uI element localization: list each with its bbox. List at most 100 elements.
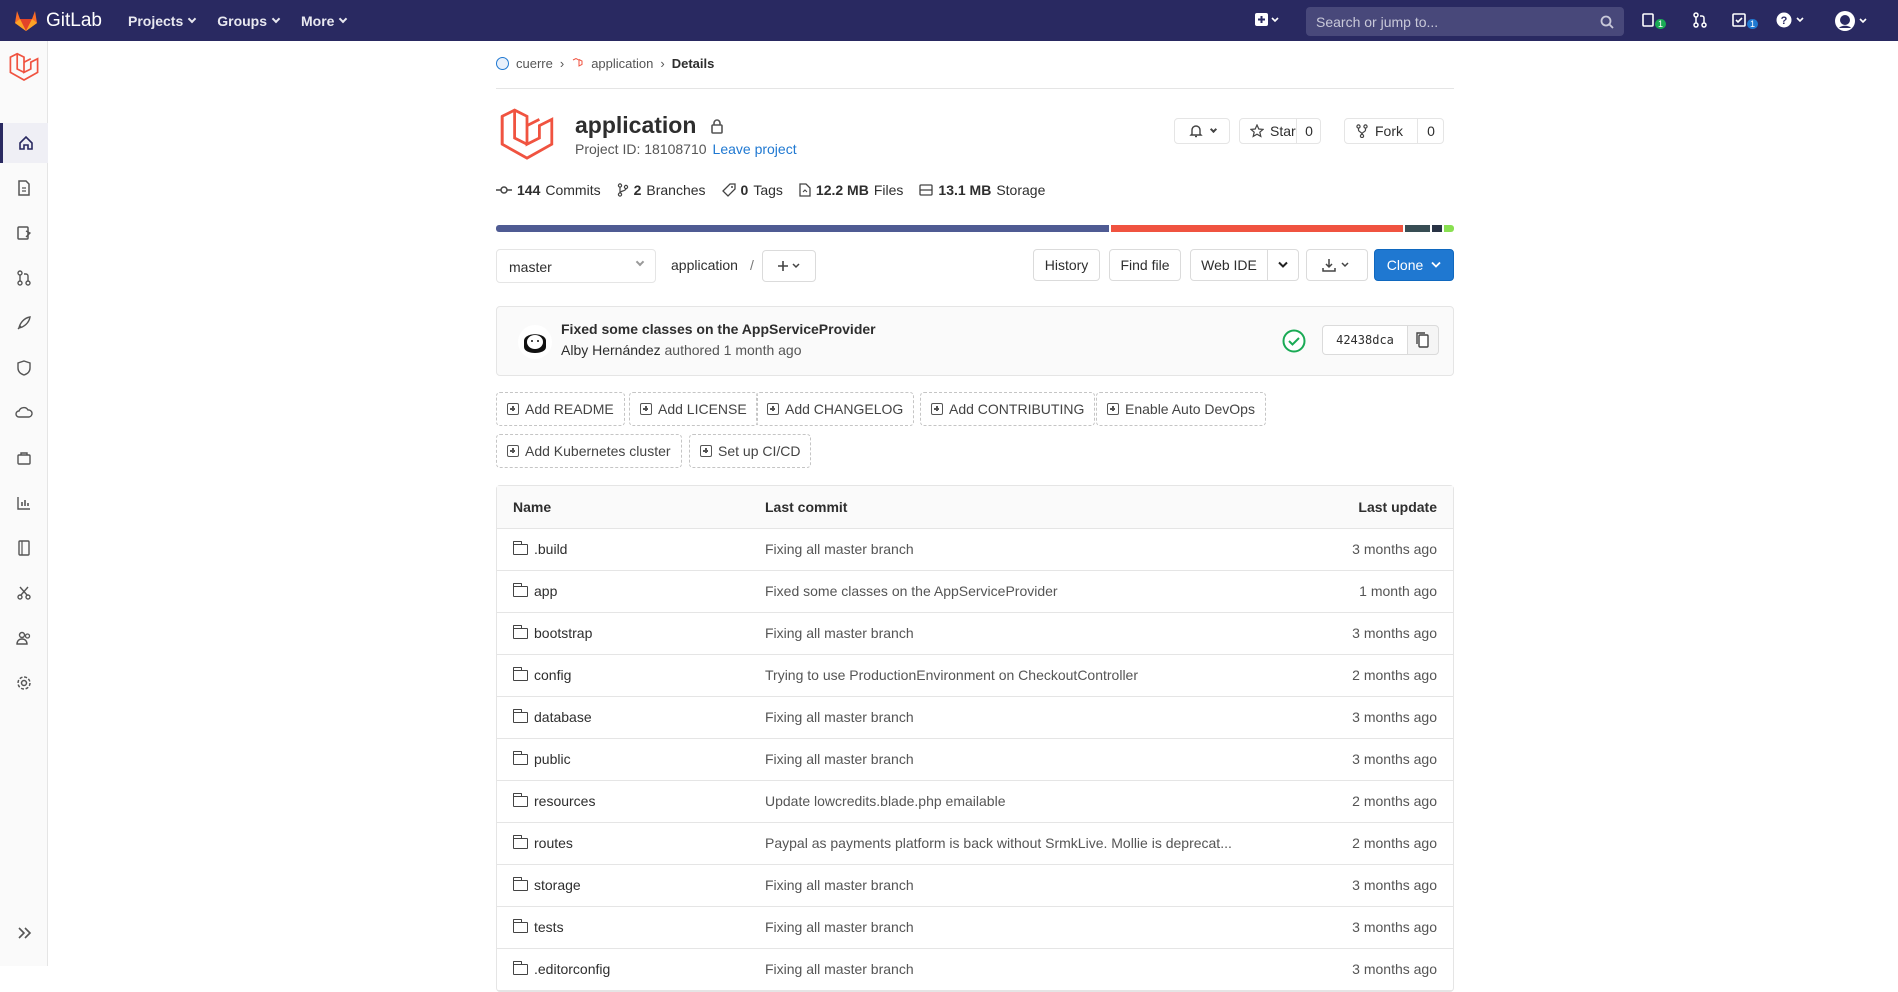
table-row[interactable]: storage Fixing all master branch 3 months … (497, 865, 1453, 907)
file-name-cell[interactable]: database (512, 708, 592, 725)
last-commit-message[interactable]: Fixing all master branch (765, 541, 914, 557)
file-name[interactable]: resources (534, 793, 595, 809)
setup-cicd-button[interactable]: Set up CI/CD (689, 434, 812, 468)
add-readme-button[interactable]: Add README (496, 392, 625, 426)
path-root[interactable]: application (671, 257, 738, 273)
find-file-button[interactable]: Find file (1109, 249, 1181, 281)
last-commit-message[interactable]: Fixed some classes on the AppServiceProv… (765, 583, 1058, 599)
sidebar-item-settings[interactable] (0, 663, 48, 703)
sidebar-item-members[interactable] (0, 618, 48, 658)
file-name[interactable]: .build (534, 541, 567, 557)
last-commit-message[interactable]: Update lowcredits.blade.php emailable (765, 793, 1005, 809)
table-row[interactable]: .build Fixing all master branch 3 months a… (497, 529, 1453, 571)
clone-dropdown[interactable]: Clone (1374, 249, 1454, 281)
commit-author[interactable]: Alby Hernández (561, 342, 661, 358)
sidebar-item-packages[interactable] (0, 438, 48, 478)
sidebar-item-project-overview[interactable] (0, 123, 48, 163)
sidebar-item-security[interactable] (0, 348, 48, 388)
last-commit-message[interactable]: Fixing all master branch (765, 709, 914, 725)
new-item-dropdown[interactable] (1254, 12, 1280, 32)
file-name[interactable]: bootstrap (534, 625, 592, 641)
branch-selector[interactable]: master (496, 249, 656, 283)
last-commit-message[interactable]: Fixing all master branch (765, 625, 914, 641)
download-dropdown[interactable] (1306, 249, 1368, 281)
file-name[interactable]: tests (534, 919, 564, 935)
language-segment[interactable] (1432, 225, 1442, 232)
tags-stat[interactable]: 0 Tags (721, 182, 783, 198)
storage-stat[interactable]: 13.1 MB Storage (919, 182, 1045, 198)
breadcrumb-project[interactable]: application (591, 56, 653, 71)
copy-sha-button[interactable] (1407, 325, 1439, 355)
sidebar-item-issues[interactable] (0, 213, 48, 253)
help-dropdown[interactable]: ? (1776, 12, 1808, 32)
issues-nav[interactable]: 1 (1642, 13, 1667, 31)
enable-auto-devops-button[interactable]: Enable Auto DevOps (1096, 392, 1266, 426)
file-name[interactable]: config (534, 667, 571, 683)
add-changelog-button[interactable]: Add CHANGELOG (756, 392, 915, 426)
sidebar-item-snippets[interactable] (0, 573, 48, 613)
projects-menu[interactable]: Projects (128, 13, 197, 29)
file-name-cell[interactable]: app (512, 582, 557, 599)
file-name[interactable]: routes (534, 835, 573, 851)
notification-dropdown[interactable] (1174, 118, 1230, 144)
fork-count[interactable]: 0 (1417, 119, 1444, 143)
star-button[interactable]: Star 0 (1239, 118, 1321, 144)
add-kubernetes-cluster-button[interactable]: Add Kubernetes cluster (496, 434, 682, 468)
file-name-cell[interactable]: bootstrap (512, 624, 592, 641)
fork-button[interactable]: Fork 0 (1344, 118, 1444, 144)
last-commit-message[interactable]: Fixing all master branch (765, 751, 914, 767)
table-row[interactable]: database Fixing all master branch 3 months… (497, 697, 1453, 739)
author-avatar[interactable] (517, 323, 553, 361)
commit-title[interactable]: Fixed some classes on the AppServiceProv… (561, 321, 876, 337)
collapse-sidebar-button[interactable] (0, 913, 48, 953)
language-segment[interactable] (1405, 225, 1431, 232)
branches-stat[interactable]: 2 Branches (617, 182, 706, 198)
table-row[interactable]: resources Update lowcredits.blade.php ema… (497, 781, 1453, 823)
file-name[interactable]: storage (534, 877, 581, 893)
merge-requests-nav[interactable] (1692, 12, 1708, 32)
history-button[interactable]: History (1033, 249, 1100, 281)
last-commit-message[interactable]: Fixing all master branch (765, 919, 914, 935)
file-name[interactable]: app (534, 583, 557, 599)
table-row[interactable]: app Fixed some classes on the AppServiceP… (497, 571, 1453, 613)
file-name[interactable]: .editorconfig (534, 961, 610, 977)
file-name-cell[interactable]: public (512, 750, 571, 767)
last-commit-message[interactable]: Fixing all master branch (765, 961, 914, 977)
table-row[interactable]: bootstrap Fixing all master branch 3 month… (497, 613, 1453, 655)
add-contributing-button[interactable]: Add CONTRIBUTING (920, 392, 1096, 426)
table-row[interactable]: config Trying to use ProductionEnvironmen… (497, 655, 1453, 697)
search-input[interactable]: Search or jump to... (1306, 7, 1624, 36)
sidebar-item-operations[interactable] (0, 393, 48, 433)
file-name-cell[interactable]: routes (512, 834, 573, 851)
commit-sha[interactable]: 42438dca (1322, 325, 1408, 355)
file-name-cell[interactable]: .build (512, 540, 567, 557)
table-row[interactable]: tests Fixing all master branch 3 months ag… (497, 907, 1453, 949)
add-license-button[interactable]: Add LICENSE (629, 392, 758, 426)
sidebar-item-repository[interactable] (0, 168, 48, 208)
language-segment[interactable] (1110, 225, 1404, 232)
groups-menu[interactable]: Groups (217, 13, 281, 29)
breadcrumb-current[interactable]: Details (672, 56, 715, 71)
table-row[interactable]: .editorconfig Fixing all master branch 3 m… (497, 949, 1453, 991)
file-name[interactable]: database (534, 709, 592, 725)
web-ide-button[interactable]: Web IDE (1190, 249, 1268, 281)
pipeline-passed-icon[interactable] (1282, 329, 1306, 353)
language-segment[interactable] (496, 225, 1109, 232)
todos-nav[interactable]: 1 (1732, 13, 1759, 31)
sidebar-item-cicd[interactable] (0, 303, 48, 343)
table-row[interactable]: public Fixing all master branch 3 months a… (497, 739, 1453, 781)
files-stat[interactable]: 12.2 MB Files (799, 182, 903, 198)
sidebar-item-wiki[interactable] (0, 528, 48, 568)
repository-languages-bar[interactable] (496, 225, 1454, 232)
web-ide-dropdown[interactable] (1267, 249, 1299, 281)
more-menu[interactable]: More (301, 13, 348, 29)
file-name-cell[interactable]: .editorconfig (512, 960, 610, 977)
language-segment[interactable] (1443, 225, 1454, 232)
table-row[interactable]: routes Paypal as payments platform is bac… (497, 823, 1453, 865)
add-to-tree-dropdown[interactable] (762, 250, 816, 282)
file-name-cell[interactable]: resources (512, 792, 595, 809)
gitlab-logo[interactable]: GitLab (14, 10, 102, 32)
file-name[interactable]: public (534, 751, 571, 767)
leave-project-link[interactable]: Leave project (713, 141, 797, 157)
file-name-cell[interactable]: config (512, 666, 571, 683)
